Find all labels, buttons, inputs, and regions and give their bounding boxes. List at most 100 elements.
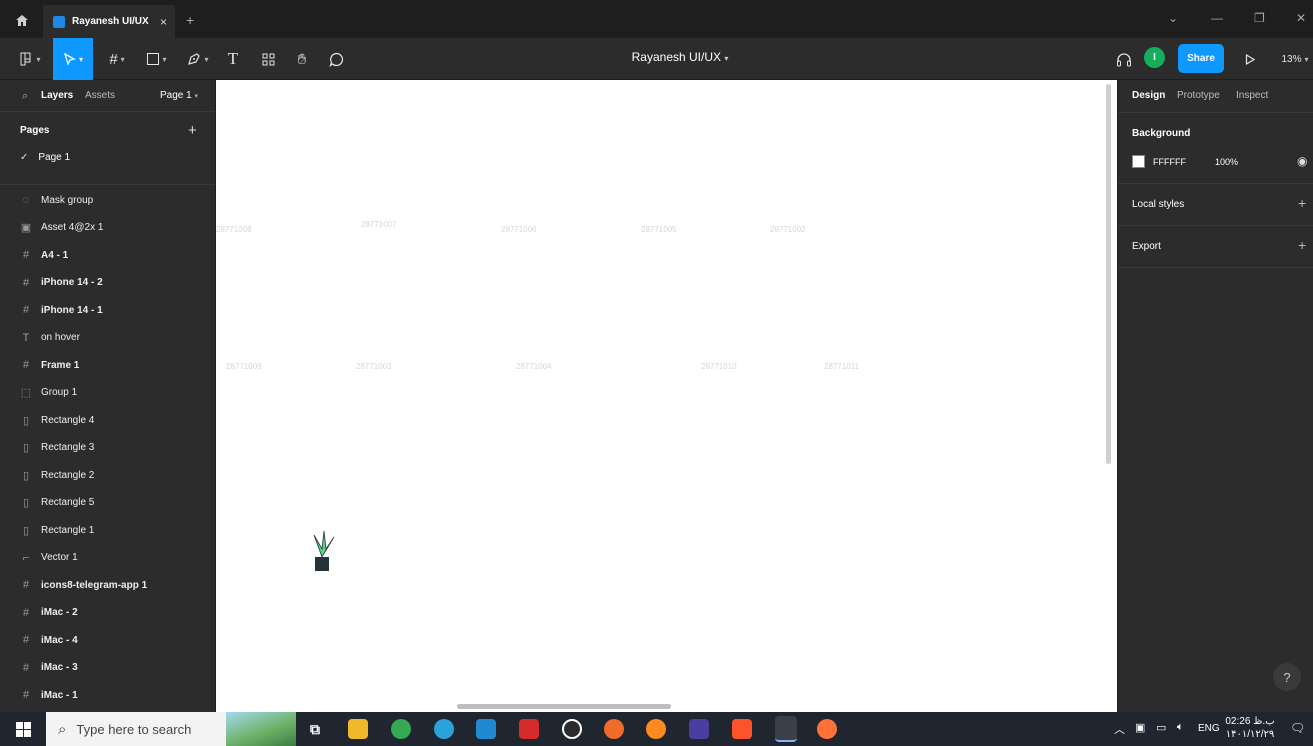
vscode-icon[interactable] <box>476 719 496 739</box>
language-indicator[interactable]: ENG <box>1198 723 1220 734</box>
layer-row[interactable]: ▯ Rectangle 2 <box>20 467 94 483</box>
layer-row[interactable]: ⌐ Vector 1 <box>20 550 78 566</box>
document-tab[interactable]: Rayanesh UI/UX × <box>43 5 175 38</box>
eye-icon[interactable]: ◉ <box>1297 154 1307 168</box>
home-icon[interactable] <box>12 11 32 29</box>
acrobat-icon[interactable] <box>519 719 539 739</box>
frame-icon: # <box>109 50 118 68</box>
maximize-button[interactable]: ❐ <box>1254 11 1265 25</box>
layer-row[interactable]: # iMac - 1 <box>20 687 78 703</box>
canvas[interactable]: 28771008 28771007 28771006 28771005 28771002… <box>216 80 1117 712</box>
layer-row[interactable]: ▣ Asset 4@2x 1 <box>20 220 104 236</box>
comment-tool-button[interactable] <box>325 38 347 80</box>
rectangle-icon: ▯ <box>22 442 30 454</box>
horizontal-scrollbar[interactable] <box>457 704 671 709</box>
tab-inspect[interactable]: Inspect <box>1236 90 1268 101</box>
layer-row[interactable]: # iPhone 14 - 1 <box>20 302 103 318</box>
layer-row[interactable]: ▯ Rectangle 3 <box>20 440 94 456</box>
minimize-button[interactable]: — <box>1211 11 1223 25</box>
new-tab-button[interactable]: + <box>186 12 194 28</box>
layer-row[interactable]: ▯ Rectangle 5 <box>20 495 94 511</box>
search-icon: ⌕ <box>58 720 67 738</box>
taskbar-search-input[interactable]: ⌕ Type here to search <box>46 712 296 746</box>
obs-icon[interactable] <box>562 719 582 739</box>
layer-row[interactable]: ▯ Rectangle 1 <box>20 522 94 538</box>
tab-prototype[interactable]: Prototype <box>1177 90 1220 101</box>
background-color-swatch[interactable] <box>1132 155 1145 168</box>
hand-tool-button[interactable]: ✋︎ <box>291 38 313 80</box>
volume-icon[interactable]: 🔈︎ <box>1177 721 1184 734</box>
present-button[interactable] <box>1240 38 1260 80</box>
move-tool-button[interactable]: ▾ <box>53 38 93 80</box>
document-title-button[interactable]: Rayanesh UI/UX ▾ <box>600 50 760 64</box>
frame-icon: # <box>22 304 30 316</box>
avatar[interactable]: I <box>1144 47 1165 68</box>
visual-studio-icon[interactable] <box>689 719 709 739</box>
layer-row[interactable]: Ton hover <box>20 330 80 346</box>
brave-icon[interactable] <box>732 719 752 739</box>
file-explorer-icon[interactable] <box>348 719 368 739</box>
pen-tool-button[interactable]: ▾ <box>183 38 213 80</box>
layer-name: Rectangle 4 <box>41 414 95 426</box>
audio-button[interactable] <box>1113 38 1135 80</box>
layer-row[interactable]: # iPhone 14 - 2 <box>20 275 103 291</box>
chevron-down-icon[interactable]: ⌄ <box>1168 11 1178 25</box>
layer-row[interactable]: ⬚ Group 1 <box>20 385 77 401</box>
tab-design[interactable]: Design <box>1132 90 1165 101</box>
windows-start-icon[interactable] <box>16 722 31 740</box>
frame-icon: # <box>22 579 30 591</box>
telegram-icon[interactable] <box>434 719 454 739</box>
layer-row[interactable]: ▯ Rectangle 4 <box>20 412 94 428</box>
tray-app-icon[interactable]: ▣ <box>1135 721 1145 734</box>
tab-assets[interactable]: Assets <box>85 90 115 101</box>
tab-layers[interactable]: Layers <box>41 90 73 101</box>
text-tool-button[interactable]: T <box>222 38 244 80</box>
illustration-label: 28771009 <box>226 362 262 371</box>
close-tab-icon[interactable]: × <box>160 15 167 29</box>
task-view-icon[interactable]: ⧉ <box>305 719 325 739</box>
add-page-button[interactable]: + <box>188 122 197 139</box>
layer-row[interactable]: # iMac - 2 <box>20 605 78 621</box>
layer-name: Rectangle 1 <box>41 524 95 536</box>
share-button[interactable]: Share <box>1178 44 1224 73</box>
main-menu-button[interactable]: ▾ <box>12 38 48 80</box>
app-icon[interactable] <box>646 719 666 739</box>
divider <box>0 184 215 185</box>
layer-row[interactable]: # iMac - 4 <box>20 632 78 648</box>
clock[interactable]: 02:26 ب.ظ ۱۴۰۱/۱۲/۲۹ <box>1222 715 1278 741</box>
frame-tool-button[interactable]: # ▾ <box>102 38 132 80</box>
network-icon[interactable]: ▭ <box>1156 721 1166 734</box>
layer-row[interactable]: # icons8-telegram-app 1 <box>20 577 147 593</box>
add-style-button[interactable]: + <box>1298 195 1306 211</box>
background-opacity-field[interactable]: 100% <box>1215 157 1238 167</box>
help-button[interactable]: ? <box>1273 663 1301 691</box>
postman-icon[interactable] <box>604 719 624 739</box>
close-window-button[interactable]: ✕ <box>1296 11 1306 25</box>
shape-tool-button[interactable]: ▾ <box>142 38 172 80</box>
firefox-icon[interactable] <box>817 719 837 739</box>
notification-icon[interactable]: 🗨︎ <box>1290 721 1305 735</box>
resources-button[interactable] <box>257 38 279 80</box>
illustration-label: 28771011 <box>824 362 859 371</box>
add-export-button[interactable]: + <box>1298 237 1306 253</box>
layer-row[interactable]: # A4 - 1 <box>20 247 68 263</box>
vertical-scrollbar[interactable] <box>1106 84 1111 464</box>
layer-row[interactable]: # iMac - 3 <box>20 660 78 676</box>
chevron-up-icon[interactable]: ︿ <box>1114 721 1125 737</box>
design-panel: Design Prototype Inspect Background FFFF… <box>1117 80 1313 712</box>
search-icon[interactable]: ⌕ <box>22 90 28 103</box>
zoom-button[interactable]: 13% ▾ <box>1278 38 1312 80</box>
page-selector[interactable]: Page 1 ▾ <box>160 90 198 101</box>
page-item-page-1[interactable]: ✓ Page 1 <box>20 152 70 163</box>
zoom-level: 13% <box>1281 53 1302 65</box>
background-hex-field[interactable]: FFFFFF <box>1153 157 1186 167</box>
plant-illustration[interactable] <box>306 527 338 575</box>
illustration-label: 28771005 <box>641 225 677 234</box>
layer-name: A4 - 1 <box>41 249 69 261</box>
layer-row[interactable]: # Frame 1 <box>20 357 79 373</box>
layer-row[interactable]: ◌ Mask group <box>20 192 94 208</box>
figma-icon[interactable] <box>775 716 797 742</box>
layer-name: iMac - 4 <box>41 634 78 646</box>
chrome-icon[interactable] <box>391 719 411 739</box>
pages-heading: Pages <box>20 125 50 136</box>
